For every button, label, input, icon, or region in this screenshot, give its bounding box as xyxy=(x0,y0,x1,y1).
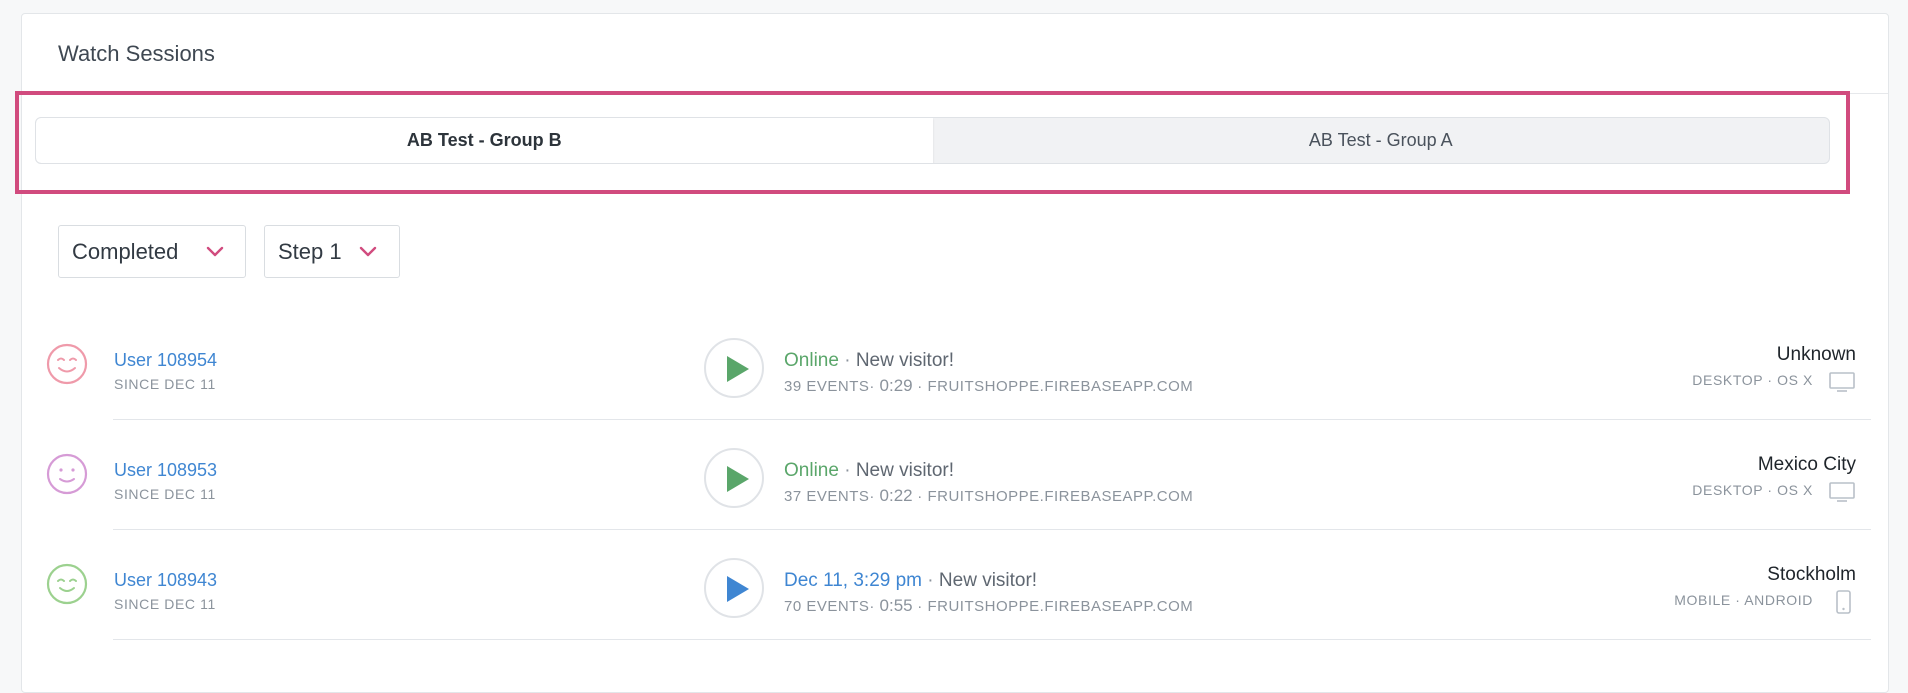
user-since: SINCE DEC 11 xyxy=(114,486,216,502)
session-list: User 108954 SINCE DEC 11 Online · New vi… xyxy=(0,310,1908,640)
play-button[interactable] xyxy=(704,558,764,618)
session-row[interactable]: User 108954 SINCE DEC 11 Online · New vi… xyxy=(0,310,1908,420)
session-status: Online xyxy=(784,460,839,481)
chevron-down-icon xyxy=(206,246,224,257)
session-device: MOBILE · ANDROID xyxy=(1674,592,1813,608)
tab-group-b[interactable]: AB Test - Group B xyxy=(36,118,933,163)
play-button[interactable] xyxy=(704,338,764,398)
session-status-line: Online · New visitor! xyxy=(784,350,954,371)
session-note: New visitor! xyxy=(855,350,954,371)
session-device: DESKTOP · OS X xyxy=(1692,482,1813,498)
session-status: Online xyxy=(784,350,839,371)
user-link[interactable]: User 108953 xyxy=(114,460,217,481)
mobile-icon xyxy=(1836,590,1851,614)
session-duration: 0:22 xyxy=(879,486,913,505)
session-duration: 0:55 xyxy=(879,596,913,615)
session-status-line: Online · New visitor! xyxy=(784,460,954,481)
status-filter-value: Completed xyxy=(72,238,179,264)
tab-group-a[interactable]: AB Test - Group A xyxy=(933,118,1830,163)
session-status-line: Dec 11, 3:29 pm · New visitor! xyxy=(784,570,1038,591)
user-since: SINCE DEC 11 xyxy=(114,376,216,392)
user-link[interactable]: User 108954 xyxy=(114,350,217,371)
desktop-icon xyxy=(1829,482,1855,502)
session-duration: 0:29 xyxy=(879,376,913,395)
user-link[interactable]: User 108943 xyxy=(114,570,217,591)
panel-title: Watch Sessions xyxy=(58,40,215,66)
session-meta: 70 EVENTS· 0:55 · FRUITSHOPPE.FIREBASEAP… xyxy=(784,596,1194,615)
session-device: DESKTOP · OS X xyxy=(1692,372,1813,388)
status-filter-dropdown[interactable]: Completed xyxy=(58,225,246,278)
play-icon xyxy=(727,356,749,382)
play-icon xyxy=(727,466,749,492)
row-divider xyxy=(113,639,1871,640)
session-location: Mexico City xyxy=(1757,454,1856,475)
smiley-icon xyxy=(46,343,88,385)
event-count: 37 EVENTS xyxy=(784,488,870,505)
step-filter-value: Step 1 xyxy=(278,238,342,264)
session-meta: 39 EVENTS· 0:29 · FRUITSHOPPE.FIREBASEAP… xyxy=(784,376,1194,395)
session-site: FRUITSHOPPE.FIREBASEAPP.COM xyxy=(927,598,1194,615)
panel-header: Watch Sessions xyxy=(22,14,1888,94)
user-since: SINCE DEC 11 xyxy=(114,596,216,612)
desktop-icon xyxy=(1829,372,1855,392)
play-icon xyxy=(727,576,749,602)
session-site: FRUITSHOPPE.FIREBASEAPP.COM xyxy=(927,488,1194,505)
session-site: FRUITSHOPPE.FIREBASEAPP.COM xyxy=(927,378,1194,395)
session-note: New visitor! xyxy=(938,570,1038,591)
event-count: 39 EVENTS xyxy=(784,378,870,395)
session-note: New visitor! xyxy=(855,460,954,481)
session-location: Unknown xyxy=(1776,344,1856,365)
session-row[interactable]: User 108953 SINCE DEC 11 Online · New vi… xyxy=(0,420,1908,530)
step-filter-dropdown[interactable]: Step 1 xyxy=(264,225,400,278)
ab-test-tabs: AB Test - Group B AB Test - Group A xyxy=(35,117,1830,164)
event-count: 70 EVENTS xyxy=(784,598,870,615)
smiley-icon xyxy=(46,563,88,605)
smiley-icon xyxy=(46,453,88,495)
session-meta: 37 EVENTS· 0:22 · FRUITSHOPPE.FIREBASEAP… xyxy=(784,486,1194,505)
session-row[interactable]: User 108943 SINCE DEC 11 Dec 11, 3:29 pm… xyxy=(0,530,1908,640)
session-location: Stockholm xyxy=(1767,564,1856,585)
session-status: Dec 11, 3:29 pm xyxy=(784,570,923,591)
play-button[interactable] xyxy=(704,448,764,508)
chevron-down-icon xyxy=(359,246,377,257)
